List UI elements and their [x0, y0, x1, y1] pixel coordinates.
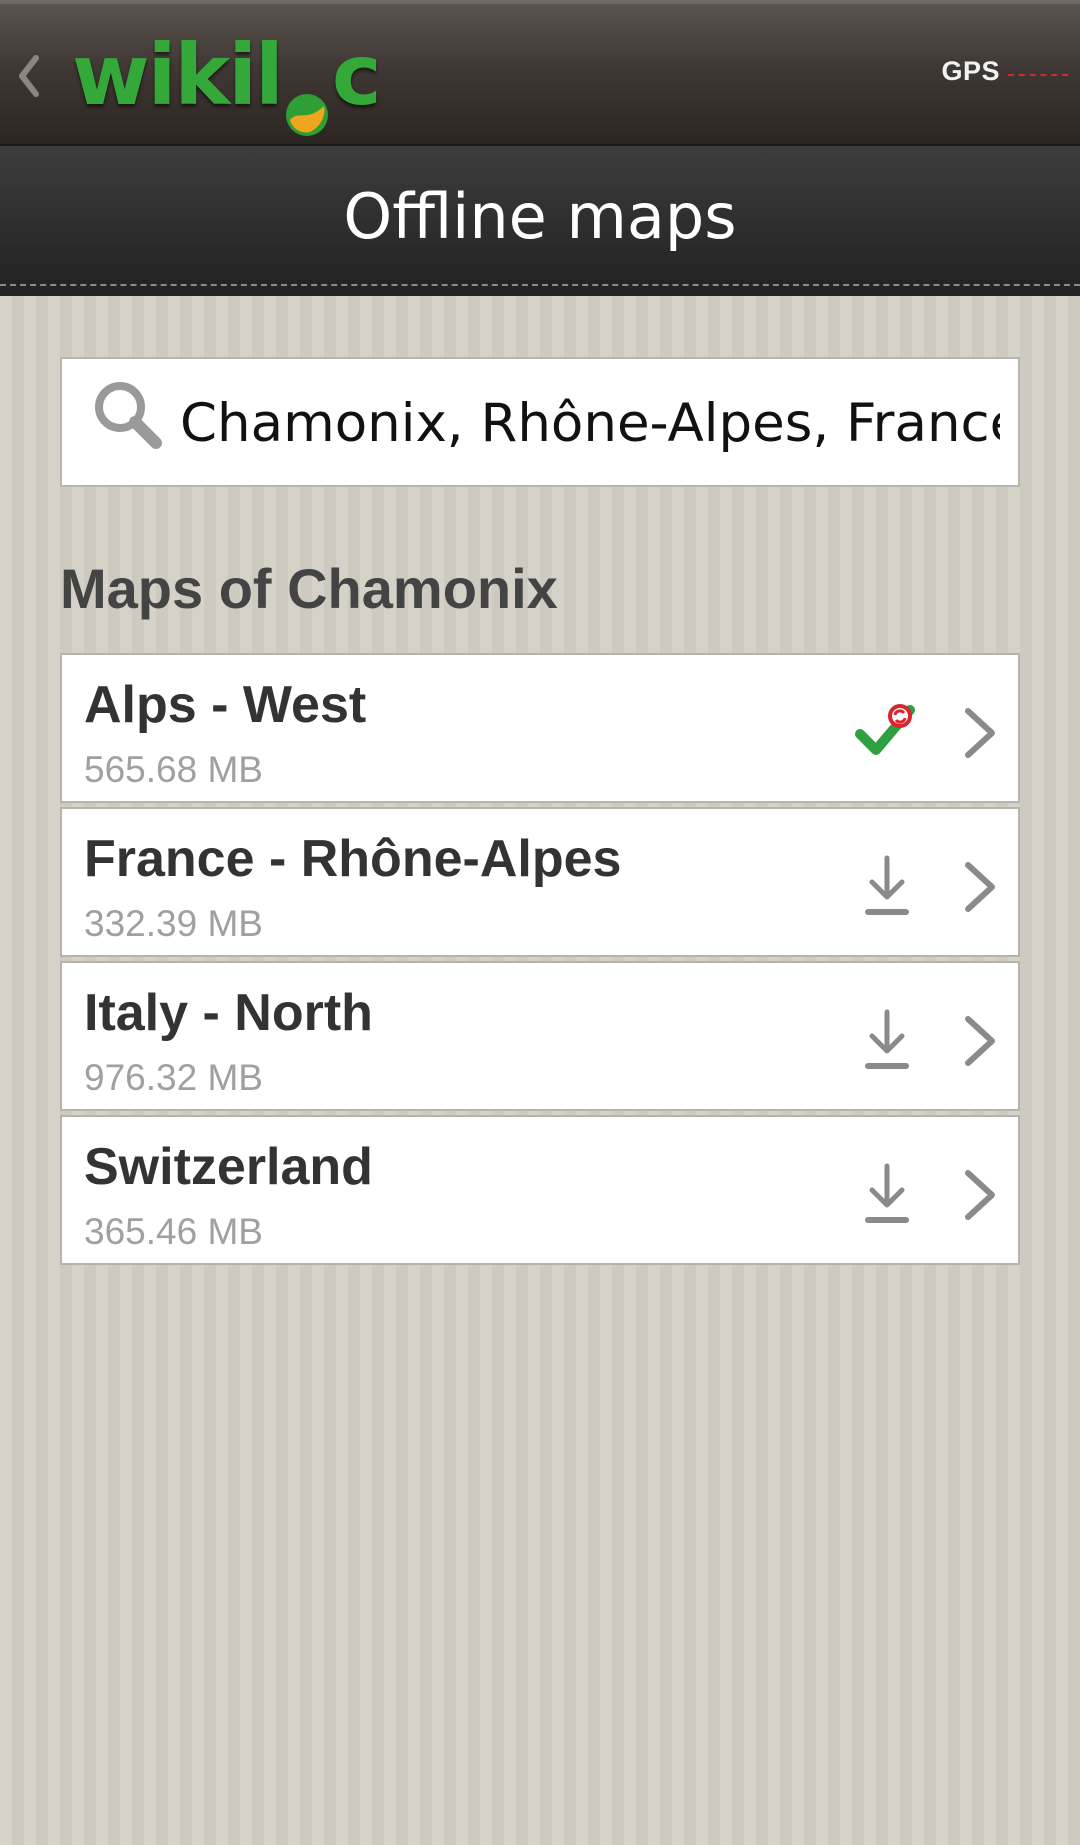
chevron-right-icon[interactable] [958, 705, 1004, 761]
map-size: 565.68 MB [84, 749, 263, 790]
section-heading: Maps of Chamonix [60, 557, 558, 620]
map-name: Alps - West [84, 676, 367, 734]
chevron-right-icon[interactable] [958, 1167, 1004, 1223]
map-row[interactable]: Alps - West 565.68 MB [60, 653, 1020, 803]
download-icon[interactable] [852, 1006, 922, 1076]
search-input[interactable] [180, 387, 1000, 459]
logo-text-start: wikil [72, 26, 284, 124]
map-name: Switzerland [84, 1138, 373, 1196]
wikiloc-logo[interactable]: wikil c [72, 26, 382, 136]
map-size: 365.46 MB [84, 1211, 263, 1252]
logo-o-icon [284, 60, 330, 136]
chevron-right-icon[interactable] [958, 1013, 1004, 1069]
map-row[interactable]: Switzerland 365.46 MB [60, 1115, 1020, 1265]
logo-text-end: c [331, 26, 382, 124]
chevron-right-icon[interactable] [958, 859, 1004, 915]
page-title: Offline maps [343, 180, 737, 253]
download-icon[interactable] [852, 1160, 922, 1230]
check-sync-icon[interactable] [852, 698, 922, 768]
map-list: Alps - West 565.68 MB France - Rhône-Alp… [60, 653, 1020, 1269]
map-name: Italy - North [84, 984, 373, 1042]
map-size: 332.39 MB [84, 903, 263, 944]
search-icon [95, 382, 162, 449]
gps-label: GPS [941, 56, 1000, 86]
map-row[interactable]: France - Rhône-Alpes 332.39 MB [60, 807, 1020, 957]
title-bar: Offline maps [0, 144, 1080, 296]
map-row[interactable]: Italy - North 976.32 MB [60, 961, 1020, 1111]
gps-status: GPS [941, 56, 1068, 87]
map-size: 976.32 MB [84, 1057, 263, 1098]
back-chevron-icon[interactable] [8, 46, 48, 106]
gps-signal-indicator [1008, 74, 1068, 76]
map-name: France - Rhône-Alpes [84, 830, 622, 888]
download-icon[interactable] [852, 852, 922, 922]
app-bar: wikil c GPS [0, 0, 1080, 144]
search-box[interactable] [60, 357, 1020, 487]
